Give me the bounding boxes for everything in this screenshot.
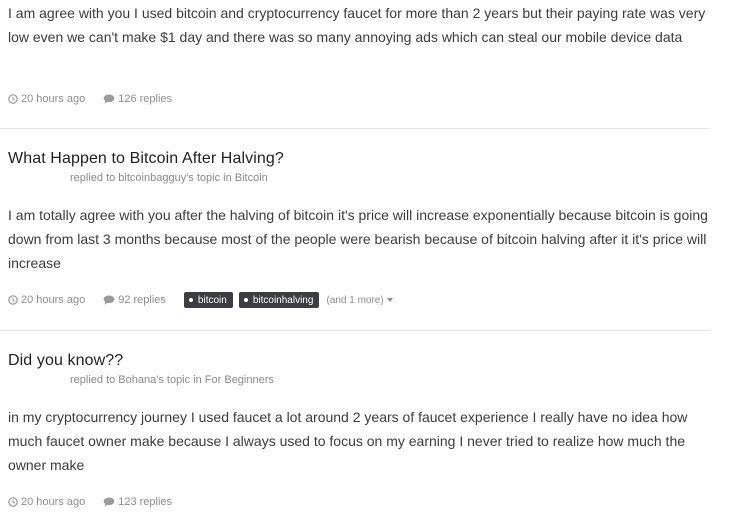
comment-icon [103,497,115,507]
post-time-text: 20 hours ago [21,93,86,105]
post-replies[interactable]: 92 replies [103,294,166,306]
activity-post-3: Did you know?? replied to Bohana's topic… [0,331,710,514]
more-tags-text: (and 1 more) [326,294,384,306]
post-subtitle: replied to Bohana's topic in For Beginne… [70,374,274,386]
post-time-text: 20 hours ago [21,496,86,508]
post-meta: 20 hours ago 126 replies [8,91,190,107]
post-body: I am agree with you I used bitcoin and c… [8,5,706,45]
tag-bitcoinhalving[interactable]: bitcoinhalving [238,292,320,308]
post-replies-text: 92 replies [118,294,166,306]
post-body: I am totally agree with you after the ha… [8,207,708,271]
post-replies[interactable]: 126 replies [103,93,172,105]
activity-post-2: What Happen to Bitcoin After Halving? re… [0,129,710,330]
post-replies[interactable]: 123 replies [103,496,172,508]
post-title-link[interactable]: What Happen to Bitcoin After Halving? [8,150,284,168]
post-meta: 20 hours ago 123 replies [8,494,190,510]
tag-label: bitcoinhalving [252,294,314,306]
post-body: in my cryptocurrency journey I used fauc… [8,409,688,473]
tag-label: bitcoin [197,294,227,306]
comment-icon [103,295,115,305]
post-time-text: 20 hours ago [21,294,86,306]
post-time[interactable]: 20 hours ago [8,93,85,105]
post-replies-text: 123 replies [118,496,173,508]
comment-icon [103,94,115,104]
tag-bitcoin[interactable]: bitcoin [183,292,233,308]
tag-dot-icon [243,298,248,302]
post-title-link[interactable]: Did you know?? [8,352,123,370]
activity-post-1: I am agree with you I used bitcoin and c… [0,0,710,128]
post-replies-text: 126 replies [118,93,173,105]
caret-down-icon [386,298,393,302]
tag-dot-icon [188,298,193,302]
clock-icon [8,295,18,305]
clock-icon [8,497,18,507]
clock-icon [8,94,18,104]
post-time[interactable]: 20 hours ago [8,496,85,508]
post-time[interactable]: 20 hours ago [8,294,85,306]
post-subtitle: replied to bitcoinbagguy's topic in Bitc… [70,172,268,184]
post-meta: 20 hours ago 92 replies bitcoin bitcoinh… [8,292,393,308]
more-tags-link[interactable]: (and 1 more) [326,294,393,306]
